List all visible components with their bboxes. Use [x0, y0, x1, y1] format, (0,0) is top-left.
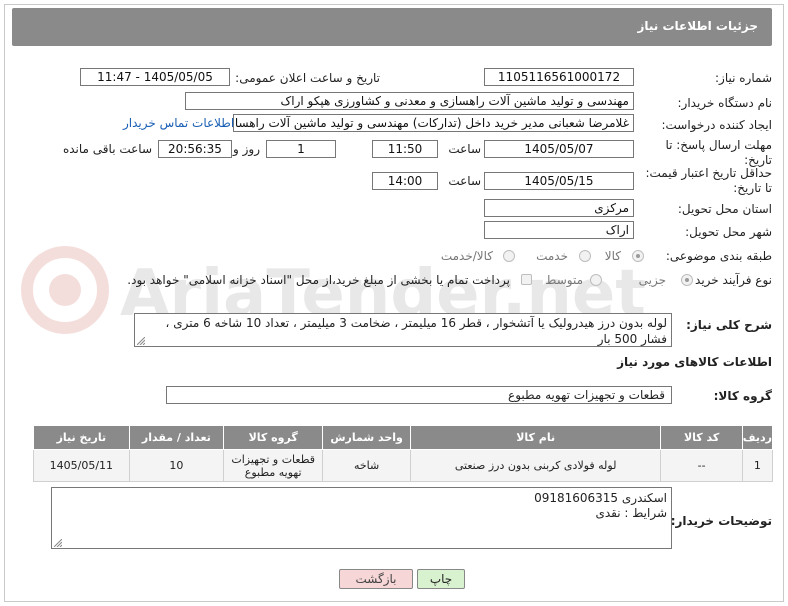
category-option-goods-service: کالا/خدمت — [440, 249, 493, 263]
announce-label: تاریخ و ساعت اعلان عمومی: — [235, 71, 380, 85]
resize-handle-icon[interactable] — [54, 539, 62, 547]
requester-field[interactable]: غلامرضا شعبانی مدیر خرید داخل (تدارکات) … — [233, 114, 634, 132]
table-header-row: ردیف کد کالا نام کالا واحد شمارش گروه کا… — [33, 425, 774, 450]
need-number-label: شماره نیاز: — [715, 71, 772, 85]
category-option-service: خدمت — [536, 249, 568, 263]
cell-row: 1 — [741, 449, 774, 482]
remaining-label: ساعت باقی مانده — [62, 142, 152, 156]
cell-group: قطعات و تجهیزات تهویه مطبوع — [223, 449, 324, 482]
description-label: شرح کلی نیاز: — [686, 318, 772, 332]
category-radio-goods[interactable] — [632, 250, 644, 262]
buyer-org-label: نام دستگاه خریدار: — [677, 96, 773, 110]
requester-label: ایجاد کننده درخواست: — [661, 118, 772, 132]
goods-group-label: گروه کالا: — [713, 389, 772, 403]
goods-table: ردیف کد کالا نام کالا واحد شمارش گروه کا… — [33, 425, 774, 482]
category-radio-service[interactable] — [579, 250, 591, 262]
panel-title: جزئیات اطلاعات نیاز — [637, 19, 758, 33]
deadline-time-label: ساعت — [448, 142, 481, 156]
cell-unit: شاخه — [322, 449, 411, 482]
category-radio-goods-service[interactable] — [503, 250, 515, 262]
validity-date-field[interactable]: 1405/05/15 — [484, 172, 634, 190]
buyer-notes-field[interactable]: اسکندری 09181606315 شرایط : نقدی — [51, 487, 672, 549]
description-text: لوله بدون درز هیدرولیک یا آتشخوار ، قطر … — [165, 316, 667, 346]
category-option-goods: کالا — [604, 249, 621, 263]
deadline-label: مهلت ارسال پاسخ: تا تاریخ: — [665, 138, 772, 167]
need-number-field[interactable]: 1105116561000172 — [484, 68, 634, 86]
contact-info-link[interactable]: اطلاعات تماس خریدار — [123, 116, 234, 130]
validity-label: حداقل تاریخ اعتبار قیمت: تا تاریخ: — [645, 166, 772, 195]
resize-handle-icon[interactable] — [137, 337, 145, 345]
panel-header: جزئیات اطلاعات نیاز — [12, 8, 772, 46]
print-button[interactable]: چاپ — [417, 569, 465, 589]
process-radio-minor[interactable] — [681, 274, 693, 286]
province-field[interactable]: مرکزی — [484, 199, 634, 217]
treasury-payment-checkbox[interactable] — [521, 274, 532, 285]
col-name: نام کالا — [409, 425, 662, 450]
city-label: شهر محل تحویل: — [685, 225, 772, 239]
cell-name: لوله فولادی کربنی بدون درز صنعتی — [409, 449, 662, 482]
days-label: روز و — [233, 142, 260, 156]
description-field[interactable]: لوله بدون درز هیدرولیک یا آتشخوار ، قطر … — [134, 313, 672, 347]
col-code: کد کالا — [660, 425, 743, 450]
days-field[interactable]: 1 — [266, 140, 336, 158]
buyer-notes-line: اسکندری 09181606315 — [534, 491, 667, 505]
deadline-time-field[interactable]: 11:50 — [372, 140, 438, 158]
goods-section-title: اطلاعات کالاهای مورد نیاز — [617, 355, 772, 369]
process-radio-medium[interactable] — [590, 274, 602, 286]
category-label: طبقه بندی موضوعی: — [665, 249, 772, 263]
remaining-time-field[interactable]: 20:56:35 — [158, 140, 232, 158]
buyer-notes-line: شرایط : نقدی — [595, 506, 667, 520]
cell-quantity: 10 — [128, 449, 225, 482]
process-label: نوع فرآیند خرید : — [687, 273, 772, 287]
back-button[interactable]: بازگشت — [339, 569, 413, 589]
validity-time-field[interactable]: 14:00 — [372, 172, 438, 190]
province-label: استان محل تحویل: — [677, 202, 772, 216]
buyer-notes-label: توضیحات خریدار: — [670, 514, 772, 528]
buyer-org-field[interactable]: مهندسی و تولید ماشین آلات راهسازی و معدن… — [185, 92, 634, 110]
process-option-minor: جزیی — [638, 273, 666, 287]
process-option-medium: متوسط — [545, 273, 583, 287]
city-field[interactable]: اراک — [484, 221, 634, 239]
col-need-date: تاریخ نیاز — [33, 425, 130, 450]
cell-need-date: 1405/05/11 — [33, 449, 130, 482]
col-unit: واحد شمارش — [322, 425, 411, 450]
col-row: ردیف — [741, 425, 774, 450]
deadline-date-field[interactable]: 1405/05/07 — [484, 140, 634, 158]
table-row[interactable]: 1 -- لوله فولادی کربنی بدون درز صنعتی شا… — [33, 449, 774, 482]
treasury-payment-note: پرداخت تمام یا بخشی از مبلغ خرید،از محل … — [127, 273, 510, 287]
goods-group-field[interactable]: قطعات و تجهیزات تهویه مطبوع — [166, 386, 672, 404]
cell-code: -- — [660, 449, 743, 482]
col-quantity: تعداد / مقدار — [128, 425, 225, 450]
announce-field[interactable]: 1405/05/05 - 11:47 — [80, 68, 230, 86]
col-group: گروه کالا — [223, 425, 324, 450]
validity-time-label: ساعت — [448, 174, 481, 188]
